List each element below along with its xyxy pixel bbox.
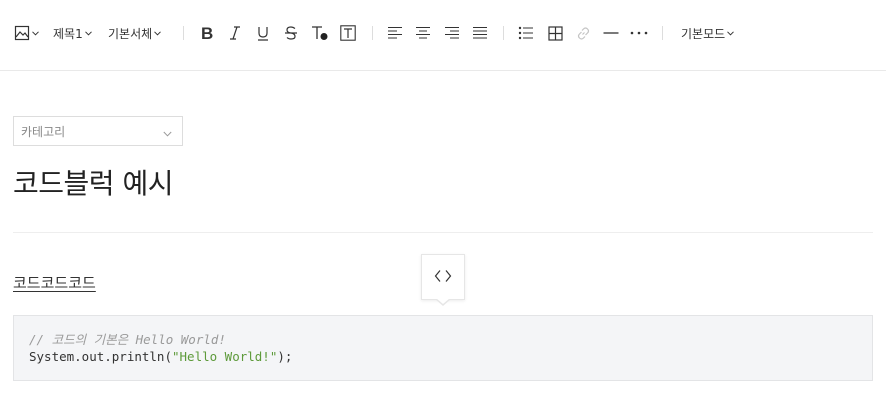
horizontal-rule-button[interactable] bbox=[601, 20, 621, 46]
chevron-down-icon bbox=[154, 30, 162, 36]
italic-icon bbox=[228, 25, 242, 41]
toolbar-divider bbox=[372, 26, 373, 40]
chevron-down-icon bbox=[727, 30, 735, 36]
insert-table-button[interactable] bbox=[545, 20, 565, 46]
align-justify-button[interactable] bbox=[470, 20, 490, 46]
editor-toolbar: 제목1 기본서체 B 기본모드 bbox=[0, 0, 886, 71]
align-justify-icon bbox=[472, 26, 488, 40]
code-block-toggle-button[interactable] bbox=[421, 254, 465, 300]
bullet-list-icon bbox=[518, 26, 534, 40]
underline-button[interactable] bbox=[253, 20, 273, 46]
align-right-button[interactable] bbox=[442, 20, 462, 46]
horizontal-rule-icon bbox=[603, 26, 619, 40]
category-placeholder: 카테고리 bbox=[21, 124, 66, 139]
code-comment-line: // 코드의 기본은 Hello World! bbox=[29, 332, 226, 347]
text-background-icon bbox=[340, 25, 356, 41]
code-text: System.out.println( bbox=[29, 349, 172, 364]
chevron-down-icon bbox=[31, 30, 39, 36]
image-icon bbox=[14, 25, 30, 41]
toolbar-divider bbox=[503, 26, 504, 40]
tooltip-arrow-inner bbox=[436, 298, 450, 304]
underline-icon bbox=[256, 25, 270, 41]
align-center-button[interactable] bbox=[413, 20, 433, 46]
mode-dropdown[interactable]: 기본모드 bbox=[681, 20, 735, 46]
code-string: "Hello World!" bbox=[172, 349, 278, 364]
toolbar-divider bbox=[662, 26, 663, 40]
text-background-button[interactable] bbox=[337, 20, 359, 46]
insert-link-button[interactable] bbox=[573, 20, 593, 46]
more-icon bbox=[630, 30, 648, 36]
bold-button[interactable]: B bbox=[197, 20, 217, 46]
font-label: 기본서체 bbox=[108, 26, 153, 41]
strikethrough-icon bbox=[284, 25, 298, 41]
category-select[interactable]: 카테고리 bbox=[13, 116, 183, 146]
chevron-down-icon bbox=[163, 122, 172, 141]
table-icon bbox=[547, 25, 563, 41]
code-icon bbox=[434, 268, 452, 287]
bold-icon: B bbox=[200, 25, 214, 41]
align-right-icon bbox=[444, 26, 460, 40]
insert-image-button[interactable] bbox=[12, 20, 40, 46]
toolbar-divider bbox=[183, 26, 184, 40]
heading-label: 제목1 bbox=[53, 26, 83, 41]
mode-label: 기본모드 bbox=[681, 26, 726, 41]
font-dropdown[interactable]: 기본서체 bbox=[108, 20, 162, 46]
code-line: System.out.println("Hello World!"); bbox=[29, 348, 857, 365]
svg-text:B: B bbox=[201, 25, 213, 41]
text-color-icon bbox=[311, 25, 329, 41]
body-paragraph[interactable]: 코드코드코드 bbox=[13, 272, 96, 293]
code-block[interactable]: // 코드의 기본은 Hello World! System.out.print… bbox=[13, 315, 873, 381]
bullet-list-button[interactable] bbox=[516, 20, 536, 46]
code-text: ); bbox=[277, 349, 293, 364]
align-left-button[interactable] bbox=[385, 20, 405, 46]
more-options-button[interactable] bbox=[628, 20, 650, 46]
italic-button[interactable] bbox=[225, 20, 245, 46]
post-title[interactable]: 코드블럭 예시 bbox=[13, 166, 173, 202]
chevron-down-icon bbox=[84, 30, 92, 36]
strikethrough-button[interactable] bbox=[281, 20, 301, 46]
title-divider bbox=[13, 232, 873, 233]
heading-dropdown[interactable]: 제목1 bbox=[53, 20, 92, 46]
align-left-icon bbox=[387, 26, 403, 40]
align-center-icon bbox=[415, 26, 431, 40]
link-icon bbox=[576, 26, 591, 41]
text-color-button[interactable] bbox=[309, 20, 331, 46]
